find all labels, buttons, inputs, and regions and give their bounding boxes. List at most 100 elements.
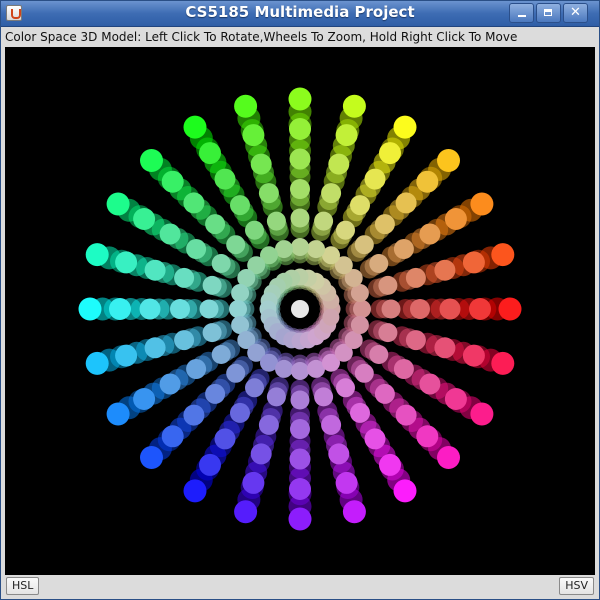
color-dot: [211, 345, 231, 364]
color-dot: [350, 195, 370, 216]
color-dot: [183, 404, 205, 426]
color-dot: [335, 471, 358, 494]
color-dot: [419, 373, 441, 395]
color-dot: [289, 478, 311, 500]
color-dot: [405, 267, 426, 288]
color-dot: [336, 220, 355, 240]
color-dot: [289, 118, 311, 140]
color-dot: [369, 254, 389, 273]
color-dot: [205, 214, 226, 235]
color-dot: [133, 388, 156, 410]
color-dot: [395, 192, 417, 214]
color-dot: [140, 149, 163, 172]
color-dot: [199, 299, 219, 319]
color-dot: [85, 243, 109, 267]
color-dot: [214, 168, 236, 190]
color-dot: [202, 323, 222, 343]
color-dot: [470, 402, 494, 426]
color-dot: [393, 239, 414, 259]
color-dot: [183, 192, 205, 214]
color-dot: [290, 208, 310, 228]
color-sphere-svg[interactable]: [5, 47, 595, 575]
color-dot: [462, 251, 485, 274]
color-dot: [266, 211, 286, 231]
bottom-bar: HSL HSV: [1, 575, 599, 599]
hsv-button[interactable]: HSV: [559, 577, 594, 595]
color-dot: [133, 208, 156, 230]
color-dot: [369, 345, 389, 364]
color-dot: [354, 235, 374, 255]
color-dot: [211, 254, 231, 273]
color-dot: [381, 299, 401, 319]
color-dot: [161, 170, 184, 193]
color-dot: [242, 124, 265, 147]
color-dot: [258, 414, 279, 435]
color-dot: [491, 351, 515, 375]
color-dot: [364, 428, 386, 450]
color-dot: [205, 383, 226, 404]
color-dot: [202, 275, 222, 295]
color-dot: [170, 299, 190, 319]
color-dot: [250, 443, 272, 465]
color-dot: [291, 238, 309, 256]
color-dot: [378, 275, 398, 295]
color-dot: [199, 453, 221, 476]
color-dot: [434, 337, 456, 359]
maximize-icon[interactable]: [536, 3, 561, 23]
color-dot: [470, 192, 494, 216]
color-dot: [226, 235, 246, 255]
color-dot: [229, 300, 247, 318]
color-dot: [395, 404, 417, 426]
color-dot: [378, 323, 398, 343]
color-dot: [342, 94, 366, 118]
color-dot: [289, 448, 311, 470]
title-bar[interactable]: CS5185 Multimedia Project ✕: [1, 1, 599, 27]
color-dot: [139, 298, 161, 320]
color-dot: [106, 402, 130, 426]
hsl-button[interactable]: HSL: [6, 577, 40, 595]
color-dot: [290, 179, 310, 199]
color-dot: [434, 259, 456, 281]
close-icon[interactable]: ✕: [563, 3, 588, 23]
color-dot: [242, 471, 265, 494]
color-dot: [174, 267, 195, 288]
color-dot: [288, 87, 312, 111]
center-dot: [291, 300, 309, 318]
color-dot: [354, 363, 374, 383]
color-dot: [307, 240, 325, 259]
color-dot: [226, 363, 246, 383]
close-glyph: ✕: [570, 5, 581, 20]
color-dot: [115, 344, 138, 367]
color-dot: [328, 443, 350, 465]
color-dot: [214, 428, 236, 450]
color-dot: [416, 170, 439, 193]
color-dot: [419, 223, 441, 245]
color-dot: [410, 299, 430, 319]
color-dot: [230, 402, 250, 423]
color-dot: [231, 284, 250, 302]
minimize-icon[interactable]: [509, 3, 534, 23]
color-dot: [437, 149, 460, 172]
color-dot: [374, 383, 395, 404]
color-dot: [199, 142, 221, 165]
color-dot: [290, 419, 310, 439]
color-dot: [364, 168, 386, 190]
color-dot: [186, 359, 207, 379]
color-dot: [288, 507, 312, 531]
color-dot: [335, 124, 358, 147]
color-dot: [321, 183, 342, 204]
color-dot: [159, 373, 181, 395]
color-dot: [336, 378, 355, 398]
color-dot: [416, 425, 439, 448]
color-space-3d-canvas[interactable]: [5, 47, 595, 575]
color-dot: [183, 115, 207, 139]
color-dot: [245, 220, 264, 240]
color-dot: [350, 316, 369, 334]
color-dot: [159, 223, 181, 245]
color-dot: [444, 388, 467, 410]
color-dot: [405, 330, 426, 351]
color-dot: [462, 344, 485, 367]
color-dot: [314, 387, 334, 407]
color-dot: [161, 425, 184, 448]
color-dot: [186, 239, 207, 259]
